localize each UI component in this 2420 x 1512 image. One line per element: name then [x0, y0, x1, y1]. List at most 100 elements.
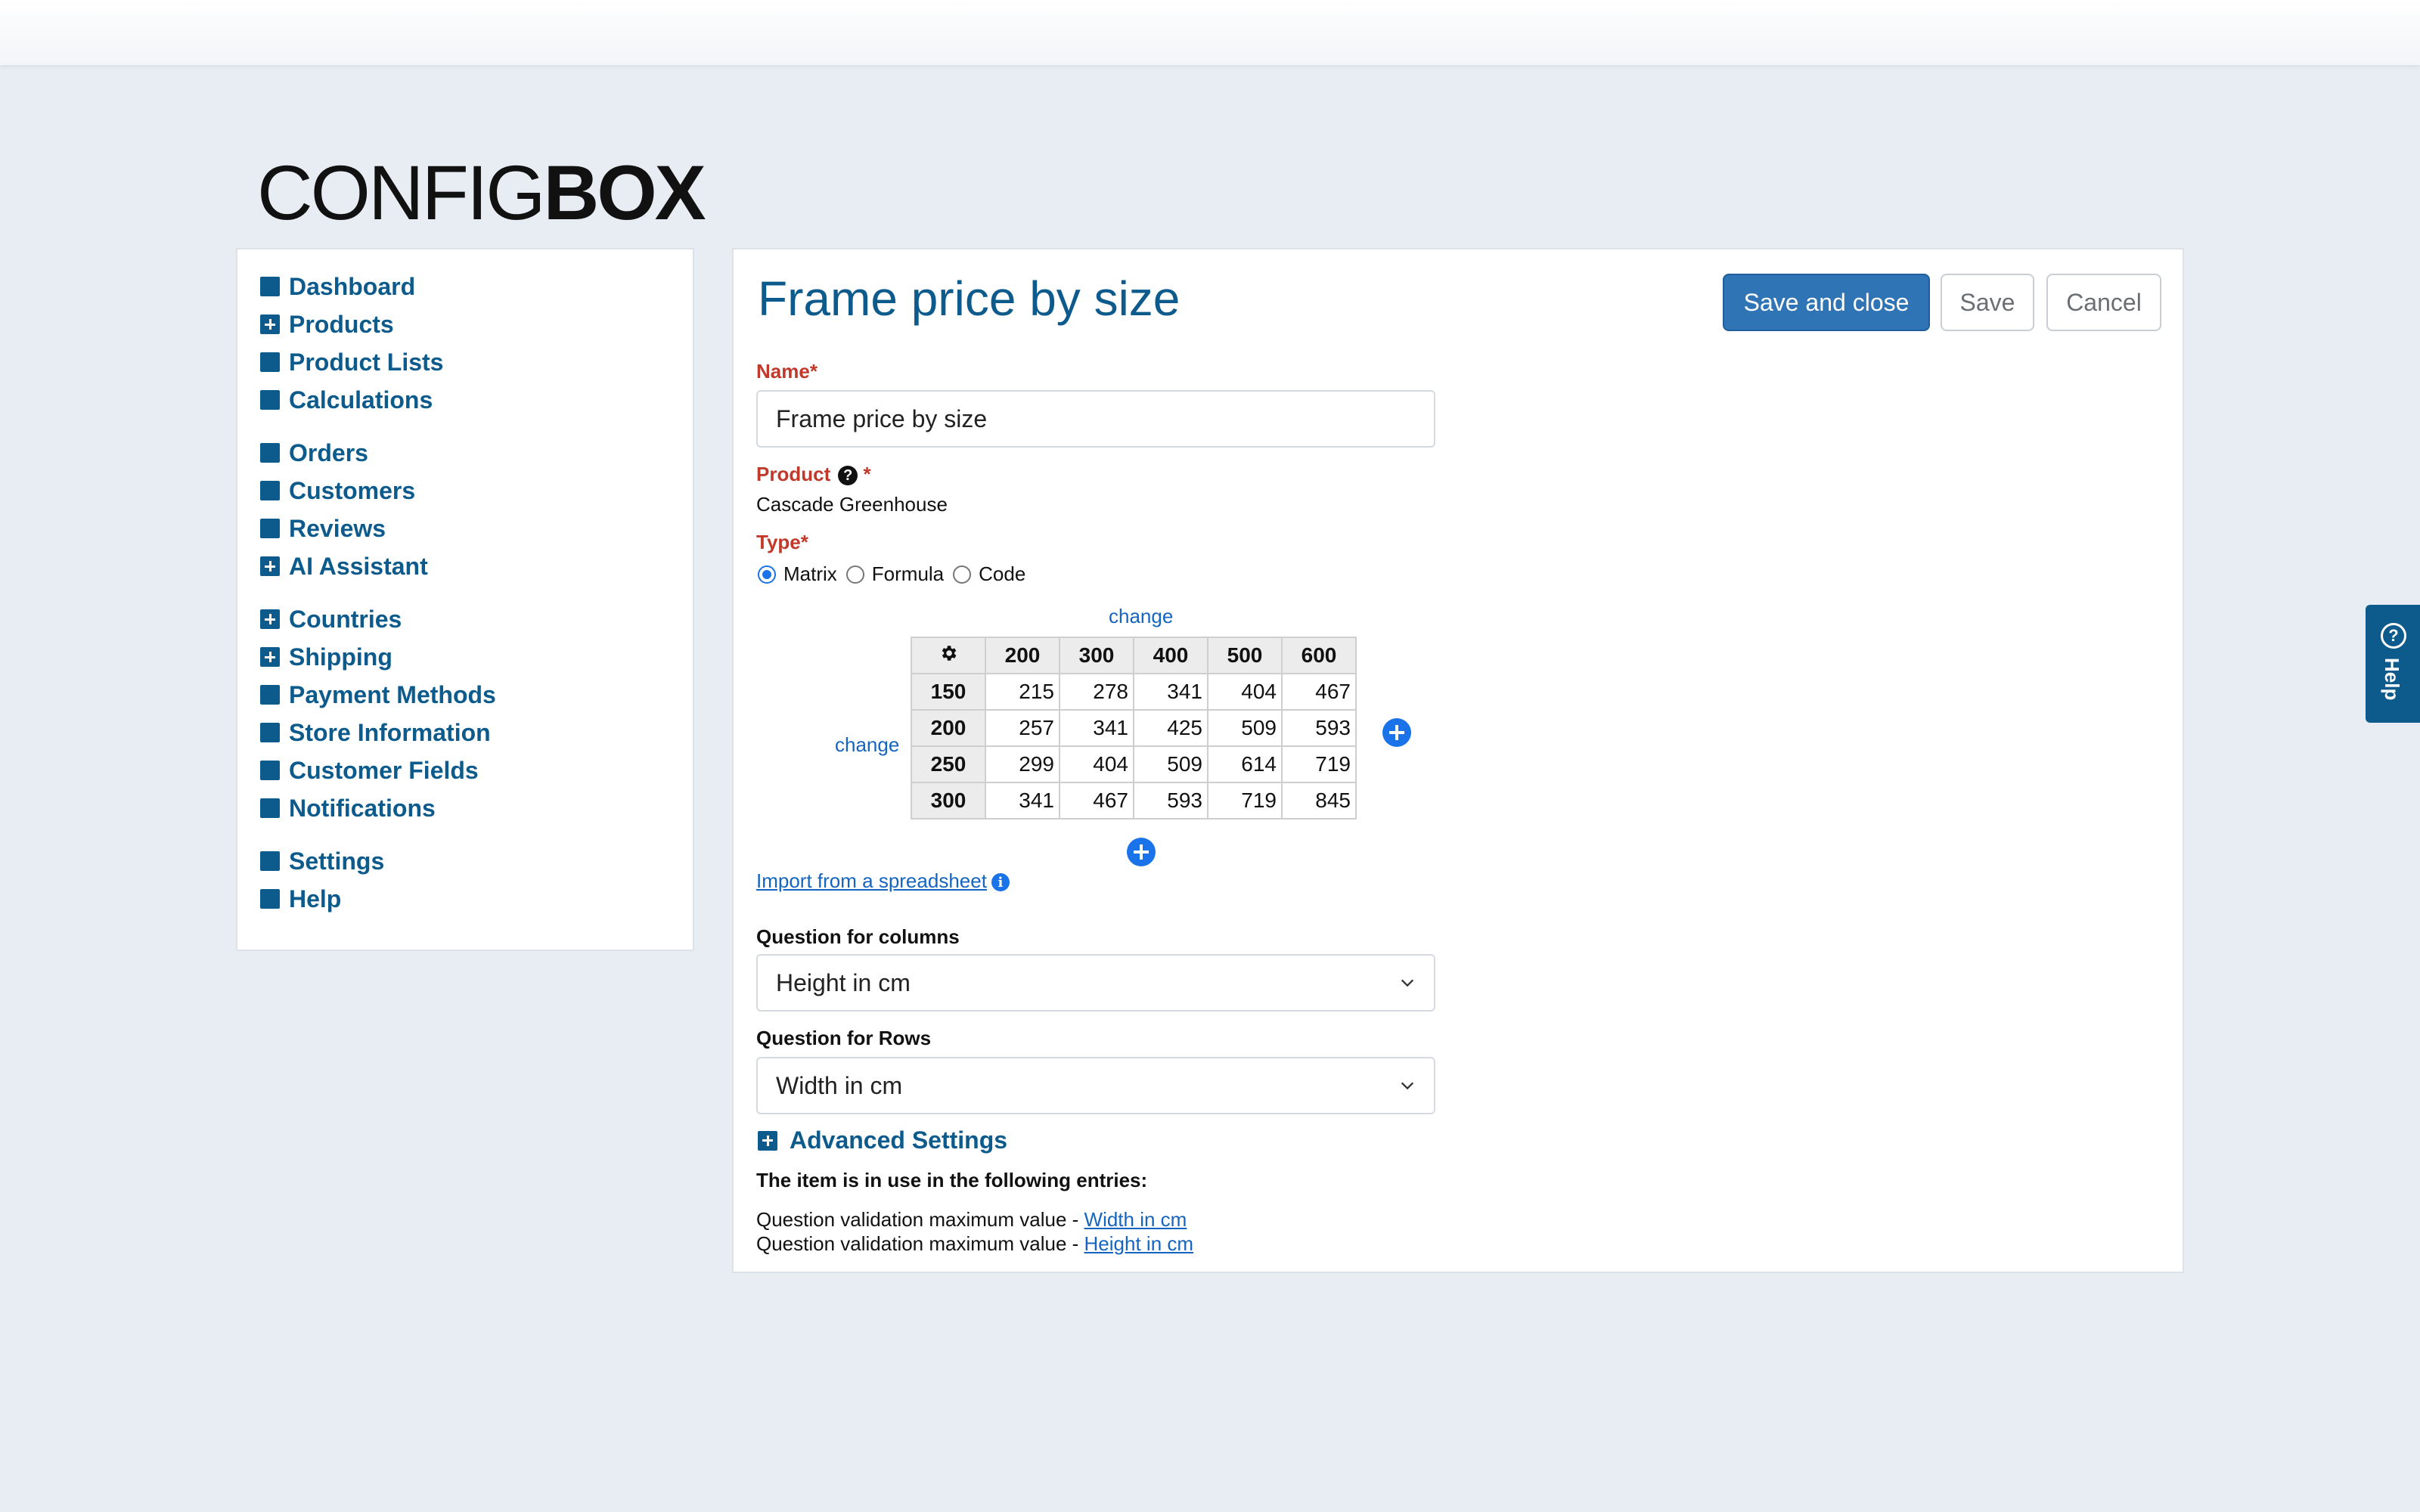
columns-question-select[interactable]: Height in cm	[756, 954, 1435, 1012]
matrix-cell[interactable]: 719	[1207, 782, 1283, 820]
sidebar-item-label: Customer Fields	[289, 756, 479, 784]
sidebar-item-customers[interactable]: Customers	[260, 472, 428, 510]
sidebar-item-payment-methods[interactable]: Payment Methods	[260, 676, 496, 714]
sidebar-item-ai-assistant[interactable]: AI Assistant	[260, 547, 428, 585]
matrix-row-header[interactable]: 200	[911, 709, 986, 747]
matrix-cell[interactable]: 278	[1059, 673, 1134, 711]
square-icon	[260, 390, 280, 410]
matrix-cell[interactable]: 467	[1059, 782, 1134, 820]
square-icon	[260, 352, 280, 372]
matrix-cell[interactable]: 425	[1133, 709, 1208, 747]
usage-entry-link[interactable]: Width in cm	[1084, 1208, 1187, 1231]
add-column-icon[interactable]	[1382, 718, 1411, 747]
radio-label-code: Code	[979, 562, 1026, 585]
type-radio-formula[interactable]	[845, 565, 864, 584]
matrix-cell[interactable]: 509	[1207, 709, 1283, 747]
sidebar-item-countries[interactable]: Countries	[260, 600, 496, 638]
product-value: Cascade Greenhouse	[756, 493, 948, 516]
matrix-column-header[interactable]: 200	[985, 637, 1060, 674]
matrix-cell[interactable]: 257	[985, 709, 1060, 747]
save-button[interactable]: Save	[1941, 274, 2034, 331]
matrix-cell[interactable]: 299	[985, 745, 1060, 783]
matrix-row: 300 341 467 593 719 845	[911, 782, 1357, 820]
matrix-cell[interactable]: 614	[1207, 745, 1283, 783]
matrix-column-header[interactable]: 300	[1059, 637, 1134, 674]
save-and-close-button[interactable]: Save and close	[1723, 274, 1930, 331]
matrix-cell[interactable]: 593	[1133, 782, 1208, 820]
import-link-label: Import from a spreadsheet	[756, 869, 987, 892]
import-spreadsheet-link[interactable]: Import from a spreadsheet i	[756, 869, 1010, 893]
rows-question-select[interactable]: Width in cm	[756, 1057, 1435, 1114]
change-row-question-link[interactable]: change	[835, 733, 899, 757]
matrix-cell[interactable]: 215	[985, 673, 1060, 711]
matrix-cell[interactable]: 404	[1207, 673, 1283, 711]
matrix-column-header[interactable]: 500	[1207, 637, 1283, 674]
matrix-cell[interactable]: 341	[1059, 709, 1134, 747]
usage-entry: Question validation maximum value - Widt…	[756, 1208, 1187, 1232]
sidebar-item-help[interactable]: Help	[260, 880, 384, 918]
matrix-row: 150 215 278 341 404 467	[911, 673, 1357, 711]
matrix-cell[interactable]: 404	[1059, 745, 1134, 783]
nav-group-settings: Settings Help	[260, 842, 384, 918]
matrix-cell[interactable]: 341	[1133, 673, 1208, 711]
usage-entry-link[interactable]: Height in cm	[1084, 1232, 1194, 1255]
configbox-logo: CONFIGBOX	[257, 148, 706, 237]
matrix-settings-cell[interactable]	[911, 637, 986, 674]
usage-entry: Question validation maximum value - Heig…	[756, 1232, 1193, 1256]
question-circle-icon: ?	[2381, 623, 2406, 649]
matrix-row: 250 299 404 509 614 719	[911, 745, 1357, 783]
chevron-down-icon	[1401, 1082, 1414, 1090]
info-icon[interactable]: i	[991, 873, 1010, 892]
sidebar-item-dashboard[interactable]: Dashboard	[260, 268, 443, 305]
plus-square-icon[interactable]	[260, 609, 280, 629]
matrix-cell[interactable]: 845	[1281, 782, 1357, 820]
radio-label-formula: Formula	[871, 562, 945, 585]
usage-heading: The item is in use in the following entr…	[756, 1169, 1148, 1191]
gear-icon[interactable]	[939, 643, 958, 663]
plus-square-icon[interactable]	[260, 314, 280, 334]
sidebar-item-orders[interactable]: Orders	[260, 434, 428, 472]
change-column-question-link[interactable]: change	[1109, 605, 1173, 628]
nav-group-orders: Orders Customers Reviews AI Assistant	[260, 434, 428, 585]
square-icon	[260, 798, 280, 818]
nav-group-main: Dashboard Products Product Lists Calcula…	[260, 268, 443, 419]
type-radio-code[interactable]	[953, 565, 972, 584]
plus-square-icon[interactable]	[260, 556, 280, 576]
sidebar-item-products[interactable]: Products	[260, 305, 443, 343]
matrix-cell[interactable]: 509	[1133, 745, 1208, 783]
name-input-value: Frame price by size	[776, 404, 988, 432]
question-circle-icon[interactable]: ?	[838, 466, 858, 486]
sidebar-item-store-information[interactable]: Store Information	[260, 714, 496, 751]
matrix-cell[interactable]: 593	[1281, 709, 1357, 747]
sidebar-item-customer-fields[interactable]: Customer Fields	[260, 751, 496, 789]
sidebar-item-settings[interactable]: Settings	[260, 842, 384, 880]
sidebar-item-calculations[interactable]: Calculations	[260, 381, 443, 419]
sidebar-item-shipping[interactable]: Shipping	[260, 638, 496, 676]
matrix-cell[interactable]: 341	[985, 782, 1060, 820]
help-tab[interactable]: ? Help	[2366, 605, 2420, 723]
matrix-header-row: 200 300 400 500 600	[911, 637, 1357, 674]
sidebar-item-label: Orders	[289, 438, 368, 466]
product-required-mark: *	[863, 463, 871, 485]
sidebar-item-notifications[interactable]: Notifications	[260, 789, 496, 827]
sidebar-item-reviews[interactable]: Reviews	[260, 510, 428, 547]
matrix-row-header[interactable]: 300	[911, 782, 986, 820]
type-radio-matrix[interactable]	[758, 565, 776, 584]
sidebar-item-label: Dashboard	[289, 272, 416, 300]
square-icon	[260, 851, 280, 871]
square-icon	[260, 761, 280, 780]
sidebar-item-product-lists[interactable]: Product Lists	[260, 343, 443, 381]
sidebar-item-label: Reviews	[289, 514, 386, 542]
name-input[interactable]: Frame price by size	[756, 390, 1435, 448]
matrix-column-header[interactable]: 400	[1133, 637, 1208, 674]
sidebar-item-label: Help	[289, 885, 342, 912]
matrix-row-header[interactable]: 150	[911, 673, 986, 711]
matrix-cell[interactable]: 467	[1281, 673, 1357, 711]
advanced-settings-toggle[interactable]: Advanced Settings	[758, 1126, 1007, 1154]
matrix-cell[interactable]: 719	[1281, 745, 1357, 783]
cancel-button[interactable]: Cancel	[2046, 274, 2161, 331]
matrix-row-header[interactable]: 250	[911, 745, 986, 783]
matrix-column-header[interactable]: 600	[1281, 637, 1357, 674]
add-row-icon[interactable]	[1127, 838, 1156, 866]
plus-square-icon[interactable]	[260, 647, 280, 667]
